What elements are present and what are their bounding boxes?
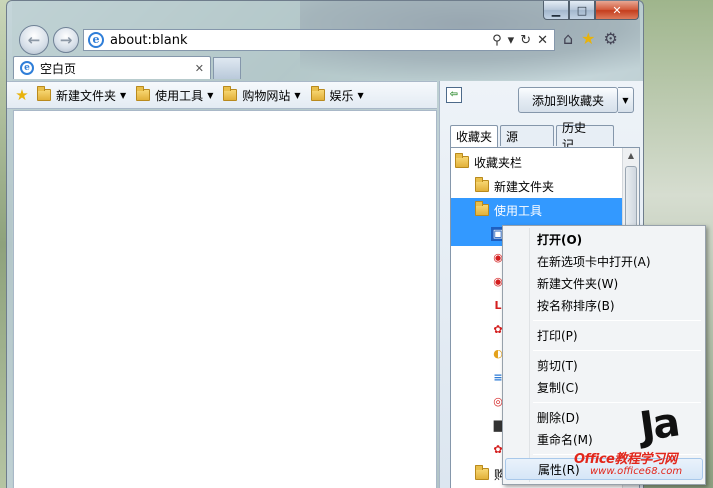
close-button[interactable]: ✕ bbox=[595, 1, 639, 20]
menu-separator bbox=[533, 402, 701, 403]
tab-strip: e 空白页 ✕ bbox=[7, 56, 643, 80]
tab-favorites[interactable]: 收藏夹 bbox=[450, 125, 498, 147]
search-icon[interactable]: ⚲ bbox=[492, 33, 502, 48]
favbar-item-entertainment[interactable]: 娱乐 ▼ bbox=[310, 86, 364, 104]
forward-button[interactable]: → bbox=[53, 27, 79, 53]
folder-icon bbox=[475, 201, 489, 216]
folder-icon bbox=[310, 86, 325, 101]
menu-item-cut[interactable]: 剪切(T) bbox=[505, 354, 703, 376]
dropdown-icon[interactable]: ▾ bbox=[508, 33, 515, 48]
navigation-bar: ← → e about:blank ⚲ ▾ ↻ ✕ ⌂ ★ ⚙ bbox=[7, 25, 643, 55]
tab-feeds[interactable]: 源 bbox=[500, 125, 554, 146]
menu-item-sort-by-name[interactable]: 按名称排序(B) bbox=[505, 294, 703, 316]
favbar-item-tools[interactable]: 使用工具 ▼ bbox=[136, 86, 214, 104]
chevron-down-icon: ▼ bbox=[207, 90, 214, 100]
scroll-up-icon[interactable]: ▲ bbox=[623, 148, 639, 164]
panel-tabs: 收藏夹 源 历史记... bbox=[450, 121, 616, 152]
address-input[interactable]: about:blank bbox=[110, 33, 492, 48]
watermark-logo: Ja bbox=[636, 399, 681, 451]
tab-blank-page[interactable]: e 空白页 ✕ bbox=[13, 56, 211, 79]
chevron-down-icon: ▼ bbox=[294, 90, 301, 100]
maximize-button[interactable]: □ bbox=[569, 1, 595, 20]
tree-item-new-folder[interactable]: 新建文件夹 bbox=[451, 174, 623, 198]
add-to-favorites-button[interactable]: 添加到收藏夹 bbox=[518, 87, 618, 113]
tree-item-label: 新建文件夹 bbox=[494, 179, 555, 194]
forward-arrow-icon: → bbox=[59, 31, 73, 49]
favorites-bar-star-icon[interactable]: ★ bbox=[13, 86, 31, 104]
home-icon[interactable]: ⌂ bbox=[563, 29, 573, 48]
tab-close-icon[interactable]: ✕ bbox=[195, 62, 204, 75]
chevron-down-icon: ▼ bbox=[357, 90, 364, 100]
menu-item-new-folder[interactable]: 新建文件夹(W) bbox=[505, 272, 703, 294]
favbar-item-new-folder[interactable]: 新建文件夹 ▼ bbox=[37, 86, 127, 104]
address-tools: ⚲ ▾ ↻ ✕ bbox=[492, 33, 548, 48]
add-to-favorites-label: 添加到收藏夹 bbox=[531, 93, 604, 108]
back-button[interactable]: ← bbox=[19, 25, 49, 55]
favorites-bar: ★ 新建文件夹 ▼ 使用工具 ▼ 购物网站 ▼ 娱乐 ▼ bbox=[7, 81, 437, 109]
ie-logo-icon: e bbox=[88, 32, 104, 48]
menu-item-open-new-tab[interactable]: 在新选项卡中打开(A) bbox=[505, 250, 703, 272]
refresh-icon[interactable]: ↻ bbox=[520, 33, 531, 48]
favbar-item-label: 娱乐 bbox=[329, 88, 354, 103]
pin-favorites-center-icon[interactable]: ⇦ bbox=[446, 87, 462, 103]
favbar-item-label: 新建文件夹 bbox=[56, 88, 117, 103]
watermark-url: www.office68.com bbox=[590, 466, 683, 477]
gear-icon[interactable]: ⚙ bbox=[604, 29, 618, 48]
window-controls: ▁ □ ✕ bbox=[543, 1, 639, 21]
folder-icon bbox=[475, 465, 489, 480]
menu-item-copy[interactable]: 复制(C) bbox=[505, 376, 703, 398]
folder-icon bbox=[223, 86, 238, 101]
stop-icon[interactable]: ✕ bbox=[537, 33, 548, 48]
menu-separator bbox=[533, 350, 701, 351]
folder-icon bbox=[475, 177, 489, 192]
tab-history[interactable]: 历史记... bbox=[556, 121, 614, 152]
folder-icon bbox=[37, 86, 51, 101]
favbar-item-shopping[interactable]: 购物网站 ▼ bbox=[223, 86, 301, 104]
folder-icon bbox=[136, 86, 151, 101]
tree-item-tools[interactable]: 使用工具 bbox=[451, 198, 623, 222]
context-menu: 打开(O) 在新选项卡中打开(A) 新建文件夹(W) 按名称排序(B) 打印(P… bbox=[502, 225, 706, 485]
tree-item-favorites-bar[interactable]: 收藏夹栏 bbox=[451, 150, 623, 174]
page-content[interactable] bbox=[13, 110, 437, 488]
ie-page-icon: e bbox=[20, 61, 34, 75]
menu-item-open[interactable]: 打开(O) bbox=[505, 228, 703, 250]
watermark-site-name: Office教程学习网 bbox=[574, 452, 677, 467]
tab-label: 空白页 bbox=[40, 61, 77, 76]
favorites-star-icon[interactable]: ★ bbox=[581, 29, 595, 48]
command-icons: ⌂ ★ ⚙ bbox=[563, 29, 618, 48]
folder-icon bbox=[455, 153, 469, 168]
new-tab-button[interactable] bbox=[213, 57, 241, 79]
menu-item-print[interactable]: 打印(P) bbox=[505, 324, 703, 346]
chevron-down-icon: ▼ bbox=[120, 90, 127, 100]
address-bar[interactable]: e about:blank ⚲ ▾ ↻ ✕ bbox=[83, 29, 555, 51]
tree-item-label: 收藏夹栏 bbox=[474, 155, 523, 170]
favbar-item-label: 购物网站 bbox=[242, 88, 291, 103]
menu-separator bbox=[533, 320, 701, 321]
favbar-item-label: 使用工具 bbox=[155, 88, 204, 103]
add-to-favorites-dropdown[interactable]: ▼ bbox=[618, 87, 634, 113]
minimize-button[interactable]: ▁ bbox=[543, 1, 569, 20]
tree-item-label: 使用工具 bbox=[494, 203, 543, 218]
back-arrow-icon: ← bbox=[27, 31, 41, 49]
